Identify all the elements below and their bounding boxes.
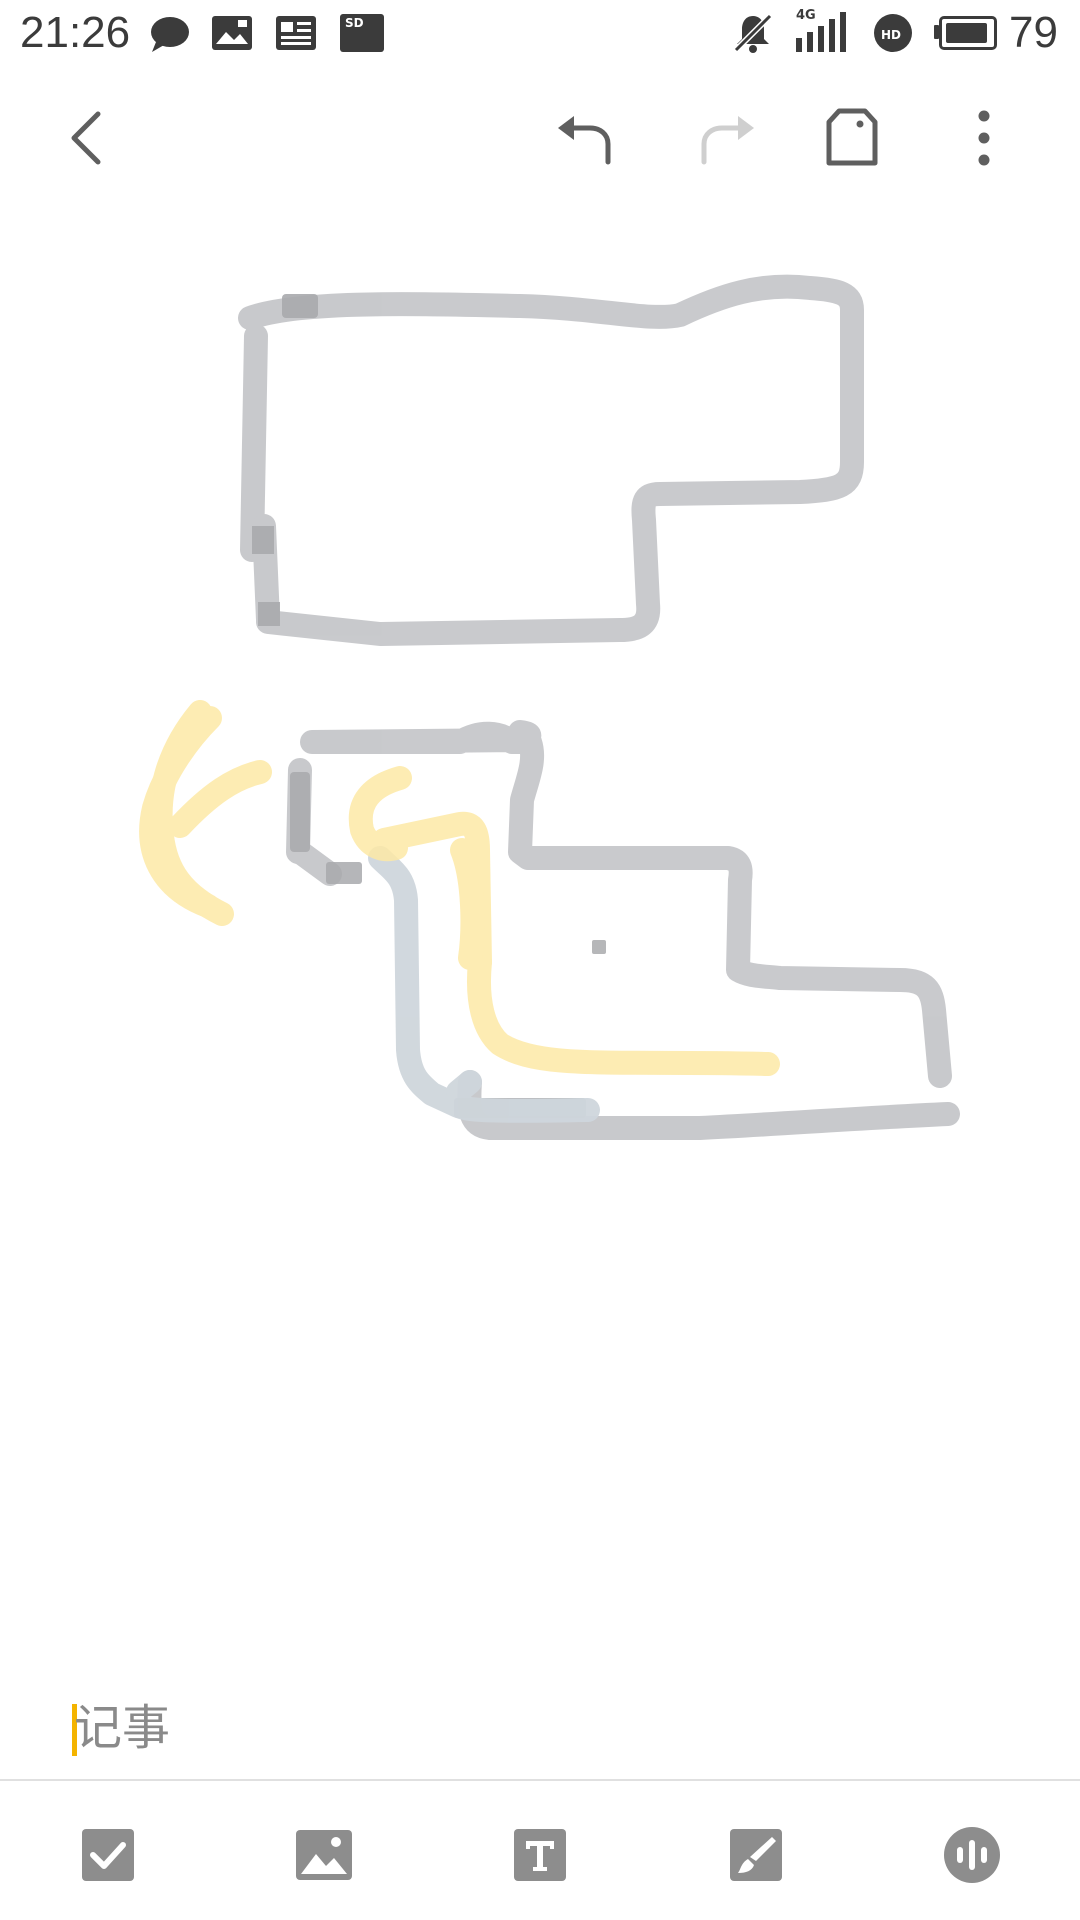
network-type: 4G bbox=[796, 8, 816, 23]
note-title-field[interactable]: 记事 bbox=[0, 1690, 1080, 1780]
screen: 21:26 SD 4G HD 79 记事 bbox=[0, 0, 1080, 1920]
brush-icon bbox=[730, 1829, 782, 1881]
text-button[interactable] bbox=[508, 1823, 572, 1887]
undo-icon bbox=[558, 116, 611, 165]
redo-button[interactable] bbox=[688, 100, 764, 176]
text-icon bbox=[514, 1829, 566, 1881]
back-button[interactable] bbox=[48, 100, 124, 176]
checkbox-button[interactable] bbox=[76, 1823, 140, 1887]
battery-icon bbox=[934, 16, 997, 50]
redo-icon bbox=[701, 116, 754, 165]
image-icon bbox=[296, 1830, 352, 1880]
voice-icon bbox=[944, 1827, 1000, 1883]
news-icon bbox=[276, 16, 316, 50]
gallery-icon bbox=[212, 16, 252, 50]
status-time: 21:26 bbox=[20, 8, 131, 57]
bottom-bar bbox=[0, 1781, 1080, 1920]
label-button[interactable] bbox=[814, 100, 890, 176]
brush-button[interactable] bbox=[724, 1823, 788, 1887]
status-bar: 21:26 SD 4G HD 79 bbox=[0, 0, 1080, 66]
checkbox-icon bbox=[82, 1829, 134, 1881]
hd-icon: HD bbox=[874, 14, 912, 52]
drawing-canvas[interactable] bbox=[0, 200, 1080, 1680]
battery-percent: 79 bbox=[1009, 8, 1058, 57]
toolbar bbox=[0, 80, 1080, 190]
hd-label: HD bbox=[881, 28, 902, 42]
note-placeholder: 记事 bbox=[74, 1700, 171, 1756]
bell-muted-icon bbox=[733, 13, 773, 53]
image-button[interactable] bbox=[292, 1823, 356, 1887]
more-icon bbox=[978, 110, 990, 166]
more-button[interactable] bbox=[946, 100, 1022, 176]
sd-card-icon: SD bbox=[340, 14, 384, 52]
undo-button[interactable] bbox=[548, 100, 624, 176]
signal-icon: 4G bbox=[796, 8, 856, 56]
chat-icon bbox=[151, 17, 189, 52]
label-icon bbox=[826, 108, 878, 166]
drawing-stroke-yellow bbox=[139, 700, 780, 1076]
back-icon bbox=[71, 111, 101, 165]
voice-button[interactable] bbox=[940, 1823, 1004, 1887]
sd-card-label: SD bbox=[345, 16, 364, 30]
drawing-stroke-upper bbox=[238, 274, 864, 646]
